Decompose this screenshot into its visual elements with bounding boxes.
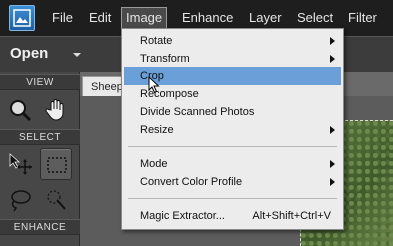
menu-item-transform[interactable]: Transform <box>124 50 341 68</box>
menu-item-shortcut: Alt+Shift+Ctrl+V <box>252 210 331 222</box>
menu-item-label: Divide Scanned Photos <box>140 106 255 118</box>
magnifier-icon <box>10 100 32 122</box>
menu-filter[interactable]: Filter <box>348 8 377 28</box>
submenu-arrow-icon <box>330 178 335 186</box>
menu-edit[interactable]: Edit <box>89 8 111 28</box>
quick-select-brush-icon <box>47 190 66 210</box>
menu-item-resize[interactable]: Resize <box>124 121 341 139</box>
menu-item-label: Magic Extractor... <box>140 210 225 222</box>
menu-item-rotate[interactable]: Rotate <box>124 32 341 50</box>
rect-marquee-icon <box>47 157 67 173</box>
submenu-arrow-icon <box>330 160 335 168</box>
menu-image[interactable]: Image <box>121 7 168 29</box>
photo-frame-icon <box>13 9 31 27</box>
move-tool[interactable] <box>4 148 36 180</box>
menu-separator <box>128 198 337 199</box>
lasso-tool[interactable] <box>4 184 36 216</box>
menu-item-divide-scanned-photos[interactable]: Divide Scanned Photos <box>124 103 341 121</box>
section-view: VIEW <box>0 74 80 90</box>
menu-enhance[interactable]: Enhance <box>182 8 233 28</box>
zoom-tool[interactable] <box>4 94 36 126</box>
menu-item-label: Transform <box>140 53 190 65</box>
submenu-arrow-icon <box>330 37 335 45</box>
submenu-arrow-icon <box>330 55 335 63</box>
menu-item-label: Mode <box>140 158 168 170</box>
menu-item-convert-color-profile[interactable]: Convert Color Profile <box>124 173 341 191</box>
mouse-cursor-icon <box>148 76 160 94</box>
app-icon[interactable] <box>9 5 35 31</box>
hand-tool[interactable] <box>40 94 72 126</box>
marquee-tool[interactable] <box>40 148 72 180</box>
move-arrows-icon <box>9 153 32 175</box>
section-enhance: ENHANCE <box>0 219 80 235</box>
open-button[interactable]: Open <box>10 43 48 65</box>
section-select: SELECT <box>0 129 80 145</box>
submenu-arrow-icon <box>330 126 335 134</box>
menu-select[interactable]: Select <box>297 8 333 28</box>
menu-file[interactable]: File <box>52 8 73 28</box>
menu-item-label: Rotate <box>140 35 173 47</box>
menu-item-mode[interactable]: Mode <box>124 155 341 173</box>
menu-separator <box>128 146 337 147</box>
open-dropdown-icon[interactable] <box>73 53 81 57</box>
image-menu-dropdown: Rotate Transform Crop Recompose Divide S… <box>121 28 344 230</box>
tools-panel: VIEW SELECT ENHANCE <box>0 72 80 246</box>
hand-icon <box>45 99 64 121</box>
menu-item-label: Convert Color Profile <box>140 176 243 188</box>
menu-item-magic-extractor[interactable]: Magic Extractor... Alt+Shift+Ctrl+V <box>124 207 341 225</box>
menu-item-label: Resize <box>140 124 174 136</box>
lasso-icon <box>11 190 31 212</box>
menu-layer[interactable]: Layer <box>249 8 282 28</box>
quick-selection-tool[interactable] <box>40 184 72 216</box>
